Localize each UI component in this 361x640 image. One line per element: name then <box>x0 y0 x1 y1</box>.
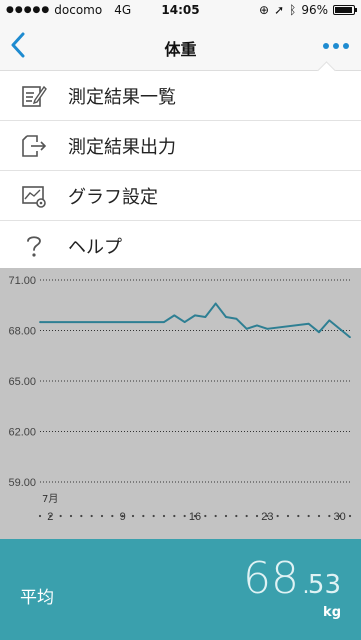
x-axis-dot <box>131 514 135 518</box>
x-axis-dot <box>142 514 145 518</box>
location-icon: ➚ <box>274 3 285 17</box>
more-button[interactable] <box>315 36 349 56</box>
bluetooth-icon: ᛒ <box>289 3 297 17</box>
weight-data-point <box>183 321 186 323</box>
weight-data-point <box>328 319 331 322</box>
weight-data-point <box>245 327 248 330</box>
x-axis-dot <box>297 514 300 518</box>
y-tick-label: 65.00 <box>8 376 36 388</box>
weight-data-point <box>194 314 196 317</box>
menu-item-label: 測定結果一覧 <box>68 86 176 108</box>
menu-item-graph-settings[interactable]: グラフ設定 <box>0 171 361 221</box>
x-tick-label: 16 <box>189 511 201 523</box>
battery-fill <box>335 7 353 13</box>
weight-data-point <box>256 324 258 327</box>
export-icon <box>20 132 48 160</box>
x-tick-label: 2 <box>47 511 53 523</box>
x-axis-dot <box>307 514 310 518</box>
x-axis-dot <box>224 514 228 518</box>
battery-icon <box>333 5 357 15</box>
weight-data-point <box>163 321 165 323</box>
menu-item-help[interactable]: ヘルプ <box>0 221 361 271</box>
menu-item-label: 測定結果出力 <box>68 136 176 158</box>
weight-data-point <box>214 302 217 305</box>
weight-line-chart: 71.00 68.00 65.00 62.00 59.00 7月 2 9 16 23 30 <box>8 275 352 523</box>
dropdown-menu: 測定結果一覧 測定結果出力 グラフ設定 ヘルプ <box>0 61 361 271</box>
weight-data-point <box>225 316 227 318</box>
x-axis-dot <box>204 514 207 518</box>
menu-item-results-list[interactable]: 測定結果一覧 <box>0 71 361 121</box>
weight-chart: 71.00 68.00 65.00 62.00 59.00 7月 2 9 16 23 30 <box>0 268 361 539</box>
weight-data-point <box>318 331 320 334</box>
status-bar: ●●●●● docomo 4G 14:05 ⊕ ➚ ᛒ 96% <box>0 0 361 22</box>
x-axis-dot <box>183 514 186 518</box>
y-tick-label: 62.00 <box>8 427 36 439</box>
more-dot <box>323 43 329 49</box>
more-dot <box>333 43 339 49</box>
x-axis-dot <box>317 514 321 518</box>
average-value-decimal: 53 <box>307 570 341 600</box>
x-axis-dot <box>152 514 155 518</box>
x-tick-label: 23 <box>261 511 273 523</box>
battery-percent: 96% <box>301 3 328 17</box>
x-axis-dot <box>348 514 352 518</box>
nav-bar: 体重 <box>0 22 361 71</box>
weight-data-point <box>235 317 238 320</box>
x-axis-dot <box>59 514 62 518</box>
list-edit-icon <box>20 82 48 110</box>
menu-item-label: ヘルプ <box>68 236 122 258</box>
x-axis-dot <box>235 514 238 518</box>
x-axis-dot <box>328 514 331 518</box>
average-panel: 平均 68. 53 kg <box>0 539 361 640</box>
weight-data-point <box>266 327 269 330</box>
x-axis-dot <box>69 514 73 518</box>
chart-settings-icon <box>20 182 48 210</box>
x-axis-dot <box>111 514 114 518</box>
y-tick-label: 68.00 <box>8 326 36 338</box>
weight-data-point <box>307 322 310 325</box>
x-axis-dot <box>162 514 166 518</box>
x-axis-dot <box>245 514 248 518</box>
x-axis-dot <box>276 514 279 518</box>
average-label: 平均 <box>20 588 54 608</box>
x-axis-dot <box>214 514 217 518</box>
x-month-label: 7月 <box>42 493 58 505</box>
rotation-lock-icon: ⊕ <box>259 3 270 17</box>
x-axis-dot <box>100 514 104 518</box>
page-title: 体重 <box>164 40 197 59</box>
average-value-integer: 68. <box>243 553 313 604</box>
menu-item-label: グラフ設定 <box>68 186 158 208</box>
help-icon <box>20 232 48 260</box>
x-axis-dot <box>90 514 93 518</box>
y-tick-label: 71.00 <box>8 275 36 287</box>
x-axis-dot <box>255 514 259 518</box>
average-unit: kg <box>323 605 341 620</box>
weight-series-line <box>40 302 351 339</box>
x-axis-dot <box>80 514 83 518</box>
weight-data-point <box>349 336 351 339</box>
more-dot <box>343 43 349 49</box>
x-tick-label: 30 <box>334 511 346 523</box>
x-axis-dot <box>38 514 42 518</box>
x-axis-dot <box>173 514 176 518</box>
x-tick-label: 9 <box>120 511 126 523</box>
y-tick-label: 59.00 <box>8 477 36 489</box>
weight-data-point <box>204 316 207 318</box>
weight-data-point <box>39 321 41 323</box>
weight-data-point <box>173 314 176 317</box>
menu-item-export-results[interactable]: 測定結果出力 <box>0 121 361 171</box>
x-axis-dot <box>286 514 290 518</box>
